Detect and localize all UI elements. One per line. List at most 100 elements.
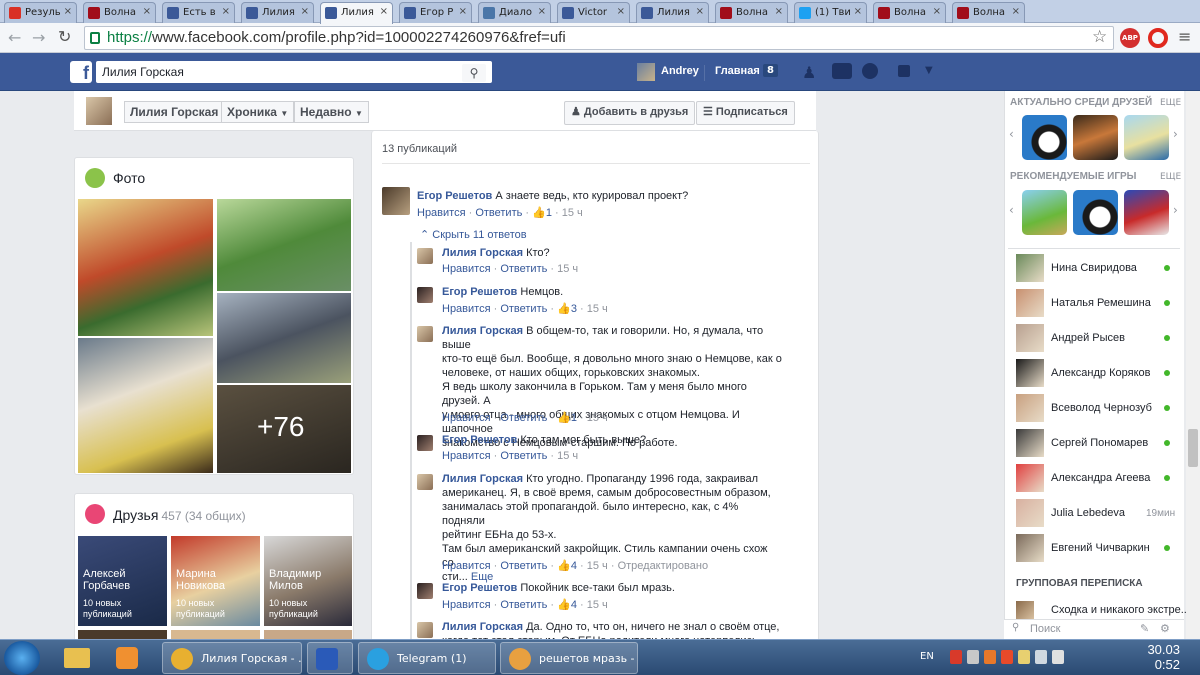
chat-contact-row[interactable]: Julia Lebedeva 19мин [1016,497,1196,527]
explorer-icon[interactable] [64,648,90,668]
comment-time[interactable]: 15 ч [587,560,608,572]
like-link[interactable]: Нравится [442,560,491,572]
bookmark-star-icon[interactable]: ☆ [1092,27,1107,47]
like-count[interactable]: 1 [571,412,577,424]
chat-contact-row[interactable]: Наталья Ремешина [1016,287,1196,317]
close-icon[interactable]: × [222,6,230,17]
user-avatar[interactable] [637,63,655,81]
edited-label[interactable]: Отредактировано [618,560,709,572]
reply-link[interactable]: Ответить [500,560,547,572]
close-icon[interactable]: × [617,6,625,17]
reply-link[interactable]: Ответить [500,303,547,315]
messages-icon[interactable] [832,63,852,79]
settings-gear-icon[interactable]: ⚙ [1160,622,1170,635]
taskbar-button[interactable]: решетов мразь - ... [500,642,638,674]
reply-author[interactable]: Егор Решетов [442,286,517,298]
close-icon[interactable]: × [64,6,72,17]
back-icon[interactable]: ← [8,28,21,47]
reply-avatar[interactable] [417,474,433,490]
like-link[interactable]: Нравится [442,263,491,275]
chevron-left-icon[interactable]: ‹ [1009,203,1014,217]
close-icon[interactable]: × [933,6,941,17]
comment-time[interactable]: 15 ч [557,263,578,275]
close-icon[interactable]: × [854,6,862,17]
photo-thumbnail[interactable] [78,199,213,336]
game-warrior-icon[interactable] [1073,115,1118,160]
tray-icons[interactable] [950,650,1070,666]
comment-author[interactable]: Егор Решетов [417,190,492,202]
browser-tab[interactable]: Волна × [952,2,1025,23]
friend-tile[interactable] [264,630,352,639]
browser-tab[interactable]: Лилия × [636,2,709,23]
commenter-avatar[interactable] [382,187,410,215]
close-icon[interactable]: × [459,6,467,17]
add-friend-button[interactable]: ♟ Добавить в друзья [564,101,696,125]
game-parking-icon[interactable] [1124,190,1169,235]
browser-tab[interactable]: Егор Р × [399,2,472,23]
browser-tab[interactable]: Волна × [873,2,946,23]
taskbar-button[interactable]: Лилия Горская - ... [162,642,302,674]
profile-name-tab[interactable]: Лилия Горская [124,101,225,123]
browser-tab[interactable]: Лилия × [241,2,314,23]
tray-antivirus-icon[interactable] [950,650,962,664]
close-icon[interactable]: × [538,6,546,17]
tray-signal-icon[interactable] [1035,650,1047,664]
tray-volume-icon[interactable] [1052,650,1064,664]
close-icon[interactable]: × [696,6,704,17]
new-message-icon[interactable]: ✎ [1140,622,1149,635]
like-link[interactable]: Нравится [442,412,491,424]
timeline-dropdown[interactable]: Хроника ▼ [221,101,295,123]
recent-dropdown[interactable]: Недавно ▼ [294,101,369,123]
follow-button[interactable]: ☰ Подписаться [696,101,795,125]
game-fishing-icon[interactable] [1124,115,1169,160]
friend-tile[interactable]: Владимир Милов 10 новых публикаций [264,536,352,626]
reply-author[interactable]: Егор Решетов [442,582,517,594]
friend-requests-icon[interactable]: ♟ [802,63,822,82]
forward-icon[interactable]: → [32,28,45,47]
friend-tile[interactable]: Марина Новикова 10 новых публикаций [171,536,260,626]
comment-time[interactable]: 15 ч [557,450,578,462]
language-indicator[interactable]: EN [920,651,934,662]
chat-contact-row[interactable]: Александра Агеева [1016,462,1196,492]
chat-contact-row[interactable]: Сергей Пономарев [1016,427,1196,457]
adblock-icon[interactable]: ABP [1120,28,1140,48]
comment-time[interactable]: 15 ч [587,412,608,424]
reload-icon[interactable]: ↻ [58,27,71,46]
start-button[interactable] [4,641,40,675]
reply-link[interactable]: Ответить [500,599,547,611]
like-count[interactable]: 4 [571,599,577,611]
home-link[interactable]: Главная [715,65,760,77]
notifications-globe-icon[interactable] [862,63,878,79]
reply-avatar[interactable] [417,622,433,638]
search-icon[interactable]: ⚲ [462,64,486,82]
scrollbar-thumb[interactable] [1188,429,1198,467]
chat-search-box[interactable]: ⚲ Поиск ✎ ⚙ [1004,619,1184,639]
friend-tile[interactable]: Алексей Горбачев 10 новых публикаций [78,536,167,626]
friend-tile[interactable] [171,630,260,639]
reply-avatar[interactable] [417,248,433,264]
hide-replies-link[interactable]: ⌃ Скрыть 11 ответов [420,228,527,241]
browser-tab[interactable]: Диало × [478,2,551,23]
tray-app-icon[interactable] [1001,650,1013,664]
chat-contact-row[interactable]: Евгений Чичваркин [1016,532,1196,562]
chevron-right-icon[interactable]: › [1173,203,1178,217]
friend-tile[interactable] [78,630,167,639]
photo-thumbnail[interactable] [78,338,213,473]
tray-flag-icon[interactable] [1018,650,1030,664]
reply-avatar[interactable] [417,435,433,451]
comment-time[interactable]: 15 ч [587,303,608,315]
like-count[interactable]: 1 [546,207,552,219]
reply-author[interactable]: Лилия Горская [442,247,523,259]
facebook-search-input[interactable]: Лилия Горская [96,61,492,83]
reply-avatar[interactable] [417,583,433,599]
group-chat-item[interactable]: Сходка и никакого экстре... [1051,604,1190,616]
user-name-link[interactable]: Andrey [661,65,699,77]
games-more-link[interactable]: ЕЩЕ [1160,172,1181,182]
group-chat-avatar[interactable] [1016,601,1034,619]
reply-author[interactable]: Лилия Горская [442,473,523,485]
reply-link[interactable]: Ответить [500,450,547,462]
chat-contact-row[interactable]: Александр Коряков [1016,357,1196,387]
close-icon[interactable]: × [1012,6,1020,17]
comment-time[interactable]: 15 ч [587,599,608,611]
page-scrollbar[interactable] [1186,91,1200,639]
